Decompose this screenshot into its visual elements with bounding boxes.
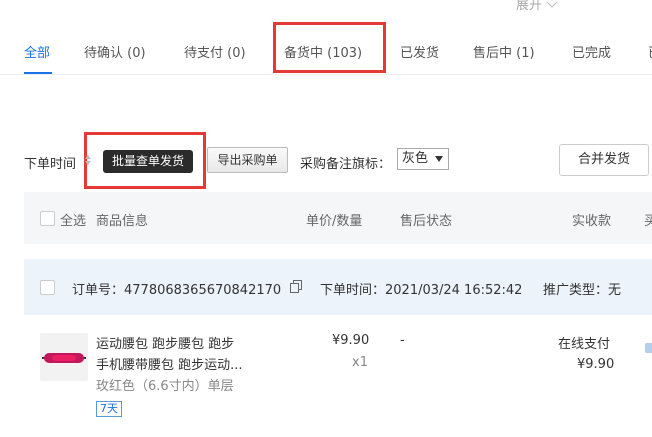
highlight-box-preparing-tab bbox=[273, 22, 386, 73]
product-title-line1[interactable]: 运动腰包 跑步腰包 跑步 bbox=[96, 333, 234, 352]
tab-pending-payment[interactable]: 待支付 (0) bbox=[184, 42, 246, 61]
paid-amount: ¥9.90 bbox=[577, 357, 615, 372]
buyer-chat-icon[interactable] bbox=[645, 343, 652, 353]
col-price-quantity: 单价/数量 bbox=[306, 214, 363, 229]
tab-cut-off[interactable]: 已 bbox=[648, 42, 652, 61]
dropdown-arrow-icon bbox=[435, 156, 443, 162]
tabs-divider bbox=[0, 74, 652, 75]
tab-completed[interactable]: 已完成 bbox=[572, 42, 611, 61]
select-all-label[interactable]: 全选 bbox=[60, 210, 86, 229]
product-thumbnail[interactable] bbox=[40, 333, 88, 381]
merge-ship-button[interactable]: 合并发货 bbox=[559, 144, 649, 176]
after-sales-status: - bbox=[400, 333, 405, 348]
expand-link[interactable]: 展开 bbox=[516, 0, 558, 13]
product-sku: 玫红色（6.6寸内）单层 bbox=[96, 379, 234, 394]
sort-icon[interactable] bbox=[85, 155, 91, 167]
purchase-flag-label: 采购备注旗标： bbox=[300, 157, 392, 172]
promo-type: 推广类型：无 bbox=[543, 283, 622, 298]
col-product-info: 商品信息 bbox=[96, 214, 149, 229]
order-number: 订单号：4778068365670842170 bbox=[72, 283, 282, 298]
quantity: x1 bbox=[352, 355, 368, 370]
tab-shipped[interactable]: 已发货 bbox=[400, 42, 439, 61]
export-purchase-button[interactable]: 导出采购单 bbox=[207, 147, 288, 173]
flag-color-value: 灰色 bbox=[402, 151, 429, 166]
tab-after-sales[interactable]: 售后中 (1) bbox=[473, 42, 535, 61]
table-header: 全选 商品信息 单价/数量 售后状态 实收款 买 bbox=[24, 192, 652, 244]
product-title-line2[interactable]: 手机腰带腰包 跑步运动... bbox=[96, 354, 243, 373]
order-time: 下单时间：2021/03/24 16:52:42 bbox=[320, 283, 523, 298]
order-header: 订单号：4778068365670842170 下单时间：2021/03/24 … bbox=[24, 259, 652, 315]
order-checkbox[interactable] bbox=[40, 280, 55, 295]
order-toolbar: 下单时间 批量查单发货 导出采购单 采购备注旗标： 灰色 合并发货 bbox=[0, 144, 652, 177]
col-after-sales-status: 售后状态 bbox=[400, 214, 453, 229]
col-buyer-cut: 买 bbox=[644, 214, 652, 229]
payment-method: 在线支付 bbox=[558, 337, 611, 352]
flag-color-select[interactable]: 灰色 bbox=[397, 148, 449, 170]
select-all-checkbox[interactable] bbox=[40, 211, 55, 226]
copy-icon[interactable] bbox=[290, 280, 303, 294]
col-amount-received: 实收款 bbox=[572, 214, 612, 229]
chevron-down-icon bbox=[546, 0, 558, 8]
expand-label: 展开 bbox=[516, 0, 543, 13]
batch-check-ship-button[interactable]: 批量查单发货 bbox=[103, 150, 193, 173]
unit-price: ¥9.90 bbox=[332, 333, 370, 348]
tab-all[interactable]: 全部 bbox=[24, 42, 50, 61]
order-item-row: 运动腰包 跑步腰包 跑步 手机腰带腰包 跑步运动... 玫红色（6.6寸内）单层… bbox=[0, 315, 652, 437]
return-policy-tag: 7天 bbox=[96, 401, 122, 417]
order-time-sort-label[interactable]: 下单时间 bbox=[24, 153, 76, 172]
tab-pending-confirm[interactable]: 待确认 (0) bbox=[84, 42, 146, 61]
